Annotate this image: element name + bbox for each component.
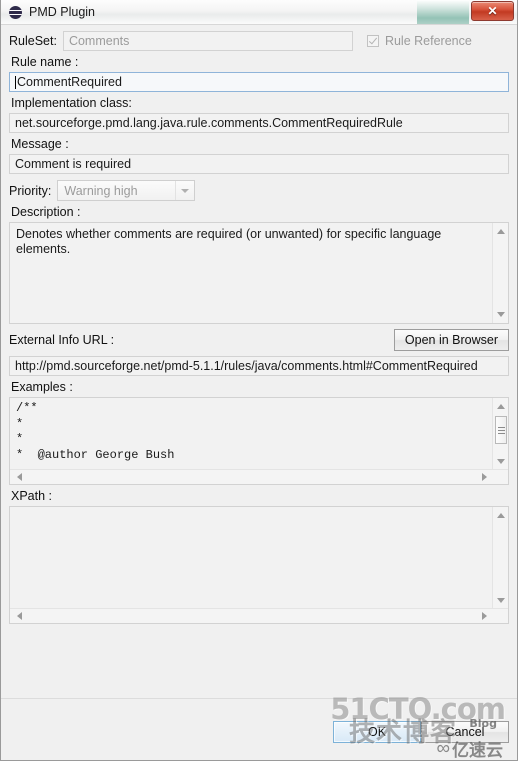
close-icon[interactable]: ✕ [471, 1, 514, 21]
message-label: Message : [11, 137, 69, 151]
ruleset-input[interactable]: Comments [62, 31, 353, 51]
description-textarea[interactable]: Denotes whether comments are required (o… [9, 222, 509, 324]
dialog-button-bar: OK Cancel [1, 698, 517, 760]
ok-button[interactable]: OK [333, 721, 421, 743]
xpath-textarea[interactable] [9, 506, 509, 624]
xpath-value [10, 507, 508, 513]
rule-name-value: CommentRequired [17, 75, 122, 89]
window-title: PMD Plugin [29, 5, 95, 19]
implementation-class-label: Implementation class: [11, 96, 132, 110]
examples-label: Examples : [11, 380, 73, 394]
description-label: Description : [11, 205, 81, 219]
priority-label: Priority: [9, 183, 52, 198]
examples-vertical-scrollbar[interactable] [492, 398, 508, 470]
priority-row: Priority: Warning high [9, 174, 509, 201]
xpath-label: XPath : [11, 489, 52, 503]
title-bar: PMD Plugin ✕ [1, 0, 517, 24]
rule-reference-checkbox-group[interactable]: Rule Reference [366, 34, 472, 48]
examples-value: /** * * * @author George Bush [16, 401, 175, 462]
dialog-buttons: OK Cancel [333, 721, 509, 743]
chevron-down-icon[interactable] [175, 181, 194, 200]
external-info-url-input[interactable]: http://pmd.sourceforge.net/pmd-5.1.1/rul… [9, 356, 509, 376]
scroll-down-icon[interactable] [493, 593, 508, 608]
cancel-button[interactable]: Cancel [421, 721, 509, 743]
xpath-vertical-scrollbar[interactable] [492, 507, 508, 609]
rule-reference-label: Rule Reference [384, 34, 472, 48]
message-input[interactable]: Comment is required [9, 154, 509, 174]
examples-horizontal-scrollbar[interactable] [10, 469, 508, 484]
scroll-left-icon[interactable] [12, 609, 27, 623]
description-vertical-scrollbar[interactable] [492, 223, 508, 323]
open-in-browser-button[interactable]: Open in Browser [393, 329, 509, 351]
description-value: Denotes whether comments are required (o… [16, 227, 445, 256]
scroll-up-icon[interactable] [493, 399, 508, 414]
ruleset-row: RuleSet: Comments Rule Reference [9, 25, 509, 51]
external-info-url-label: External Info URL : [9, 333, 115, 347]
checkbox-checked-icon[interactable] [366, 35, 379, 47]
priority-selected-value: Warning high [64, 183, 138, 198]
rule-name-input[interactable]: CommentRequired [9, 72, 509, 92]
scrollbar-thumb[interactable] [495, 416, 507, 444]
xpath-horizontal-scrollbar[interactable] [10, 608, 508, 623]
scroll-right-icon[interactable] [477, 470, 492, 484]
scrollbar-grip-icon [497, 426, 505, 434]
scroll-up-icon[interactable] [493, 224, 508, 239]
title-bar-accent [417, 0, 469, 24]
examples-textarea[interactable]: /** * * * @author George Bush [9, 397, 509, 485]
rule-name-label: Rule name : [11, 55, 79, 69]
pmd-logo-icon [9, 5, 22, 19]
pmd-plugin-window: PMD Plugin ✕ RuleSet: Comments Rule Refe… [0, 0, 518, 761]
scroll-left-icon[interactable] [12, 470, 27, 484]
implementation-class-input[interactable]: net.sourceforge.pmd.lang.java.rule.comme… [9, 113, 509, 133]
scroll-up-icon[interactable] [493, 508, 508, 523]
scroll-down-icon[interactable] [493, 307, 508, 322]
text-caret [15, 75, 16, 89]
priority-select[interactable]: Warning high [57, 180, 196, 201]
dialog-content: RuleSet: Comments Rule Reference Rule na… [1, 24, 517, 760]
external-info-url-row: External Info URL : Open in Browser [9, 324, 509, 351]
scroll-right-icon[interactable] [477, 609, 492, 623]
ruleset-label: RuleSet: [9, 34, 57, 48]
scroll-down-icon[interactable] [493, 454, 508, 469]
